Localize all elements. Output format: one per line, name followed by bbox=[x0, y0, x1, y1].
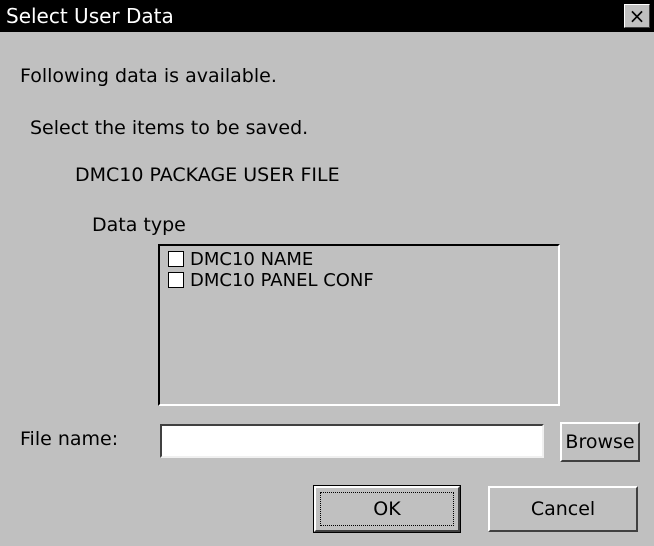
window-title: Select User Data bbox=[6, 4, 174, 28]
title-bar[interactable]: Select User Data × bbox=[0, 0, 654, 32]
list-item-label: DMC10 PANEL CONF bbox=[190, 270, 374, 291]
browse-button[interactable]: Browse bbox=[560, 422, 640, 462]
focus-indicator bbox=[320, 492, 454, 526]
list-item-label: DMC10 NAME bbox=[190, 249, 314, 270]
list-item[interactable]: DMC10 NAME bbox=[168, 250, 313, 272]
cancel-button[interactable]: Cancel bbox=[488, 486, 638, 532]
list-item[interactable]: DMC10 PANEL CONF bbox=[168, 271, 374, 293]
checkbox[interactable] bbox=[168, 251, 184, 267]
checkbox[interactable] bbox=[168, 272, 184, 288]
select-items-text: Select the items to be saved. bbox=[30, 117, 309, 139]
close-icon: × bbox=[628, 4, 646, 28]
cancel-button-label: Cancel bbox=[530, 498, 596, 520]
available-data-text: Following data is available. bbox=[20, 65, 277, 87]
file-name-label: File name: bbox=[20, 428, 119, 450]
data-type-label: Data type bbox=[92, 214, 186, 236]
close-button[interactable]: × bbox=[624, 4, 650, 28]
ok-button[interactable]: OK bbox=[313, 485, 461, 533]
select-user-data-dialog: Select User Data × Following data is ava… bbox=[0, 0, 654, 546]
file-name-input[interactable] bbox=[160, 424, 544, 458]
browse-button-label: Browse bbox=[565, 431, 635, 453]
package-name-text: DMC10 PACKAGE USER FILE bbox=[75, 164, 340, 186]
data-type-list[interactable]: DMC10 NAME DMC10 PANEL CONF bbox=[158, 244, 560, 406]
